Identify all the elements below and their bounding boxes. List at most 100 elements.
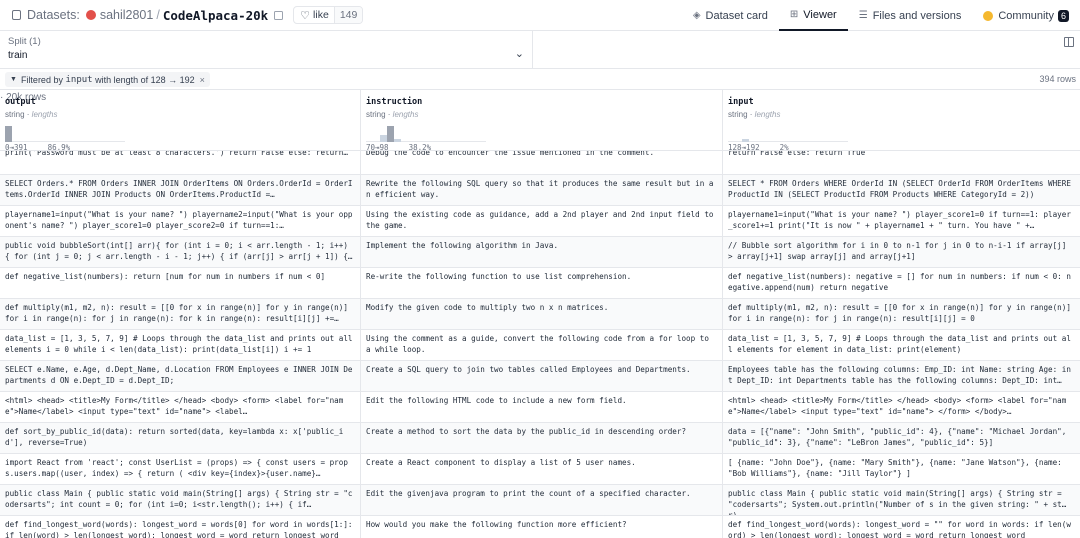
- table-cell-instruction[interactable]: Re-write the following function to use l…: [361, 268, 723, 298]
- tab-files-and-versions[interactable]: ☰ Files and versions: [848, 0, 973, 31]
- table-cell-input[interactable]: SELECT * FROM Orders WHERE OrderId IN (S…: [723, 175, 1080, 205]
- table-cell-input[interactable]: def find_longest_word(words): longest_wo…: [723, 516, 1080, 538]
- table-row[interactable]: <html> <head> <title>My Form</title> </h…: [0, 392, 1080, 423]
- copy-icon[interactable]: [274, 10, 284, 20]
- table-cell-output[interactable]: SELECT Orders.* FROM Orders INNER JOIN O…: [0, 175, 361, 205]
- histogram-bar[interactable]: [5, 126, 12, 142]
- table-row[interactable]: def multiply(m1, m2, n): result = [[0 fo…: [0, 299, 1080, 330]
- table-cell-output[interactable]: public void bubbleSort(int[] arr){ for (…: [0, 237, 361, 267]
- table-cell-instruction[interactable]: Rewrite the following SQL query so that …: [361, 175, 723, 205]
- community-icon: [983, 10, 994, 21]
- table-row[interactable]: def negative_list(numbers): return [num …: [0, 268, 1080, 299]
- histogram-bar[interactable]: [742, 139, 749, 142]
- tab-viewer[interactable]: ⊞ Viewer: [778, 0, 848, 31]
- histogram-bar[interactable]: [394, 139, 401, 142]
- top-bar: Datasets: sahil2801 / CodeAlpaca-20k ♡ l…: [0, 0, 1080, 31]
- table-cell-output[interactable]: public class Main { public static void m…: [0, 485, 361, 515]
- table-cell-output[interactable]: def negative_list(numbers): return [num …: [0, 268, 361, 298]
- table-row[interactable]: def sort_by_public_id(data): return sort…: [0, 423, 1080, 454]
- like-label: like: [313, 9, 329, 21]
- column-header-input[interactable]: input string · lengths 128⇥192 2%: [723, 90, 1080, 152]
- column-header-output[interactable]: output string · lengths 0⇥391 86.9%: [0, 90, 361, 152]
- table-row[interactable]: playername1=input("What is your name? ")…: [0, 206, 1080, 237]
- length-histogram[interactable]: [5, 124, 125, 142]
- tab-dataset-card[interactable]: ◈ Dataset card: [682, 0, 779, 31]
- filter-icon: ▼: [10, 76, 17, 83]
- table-cell-input[interactable]: return False else: return True: [723, 151, 1080, 174]
- community-badge: 6: [1057, 9, 1069, 22]
- close-icon[interactable]: ×: [200, 75, 205, 85]
- tab-label: Community: [998, 9, 1054, 22]
- side-panel-icon[interactable]: [1064, 37, 1074, 47]
- table-cell-instruction[interactable]: Create a React component to display a li…: [361, 454, 723, 484]
- files-icon: ☰: [858, 10, 868, 21]
- column-stat-label: lengths: [754, 110, 781, 119]
- table-cell-instruction[interactable]: Modify the given code to multiply two n …: [361, 299, 723, 329]
- table-cell-output[interactable]: <html> <head> <title>My Form</title> </h…: [0, 392, 361, 422]
- row-count: 394 rows: [1039, 74, 1076, 84]
- table-cell-output[interactable]: import React from 'react'; const UserLis…: [0, 454, 361, 484]
- table-cell-instruction[interactable]: Edit the following HTML code to include …: [361, 392, 723, 422]
- table-cell-instruction[interactable]: Debug the code to encounter the issue me…: [361, 151, 723, 174]
- tab-community[interactable]: Community 6: [972, 0, 1080, 31]
- table-cell-output[interactable]: def find_longest_word(words): longest_wo…: [0, 516, 361, 538]
- table-cell-input[interactable]: Employees table has the following column…: [723, 361, 1080, 391]
- table-cell-instruction[interactable]: Implement the following algorithm in Jav…: [361, 237, 723, 267]
- table-cell-instruction[interactable]: Create a method to sort the data by the …: [361, 423, 723, 453]
- table-cell-input[interactable]: data_list = [1, 3, 5, 7, 9] # Loops thro…: [723, 330, 1080, 360]
- column-header-instruction[interactable]: instruction string · lengths 70⇥98 38.2%: [361, 90, 723, 152]
- table-row[interactable]: public void bubbleSort(int[] arr){ for (…: [0, 237, 1080, 268]
- filter-row: ▼ Filtered by input with length of 128 →…: [0, 69, 1080, 90]
- table-row[interactable]: print('Password must be at least 8 chara…: [0, 151, 1080, 175]
- table-cell-input[interactable]: def multiply(m1, m2, n): result = [[0 fo…: [723, 299, 1080, 329]
- table-cell-input[interactable]: <html> <head> <title>My Form</title> </h…: [723, 392, 1080, 422]
- table-cell-output[interactable]: SELECT e.Name, e.Age, d.Dept_Name, d.Loc…: [0, 361, 361, 391]
- tab-label: Dataset card: [705, 9, 768, 22]
- table-row[interactable]: SELECT Orders.* FROM Orders INNER JOIN O…: [0, 175, 1080, 206]
- length-histogram[interactable]: [728, 124, 848, 142]
- table-icon: ⊞: [789, 9, 799, 20]
- filter-prefix: Filtered by: [20, 74, 63, 85]
- column-type-label: string: [366, 110, 386, 119]
- table-row[interactable]: import React from 'react'; const UserLis…: [0, 454, 1080, 485]
- table-cell-instruction[interactable]: Edit the givenjava program to print the …: [361, 485, 723, 515]
- table-row[interactable]: public class Main { public static void m…: [0, 485, 1080, 516]
- table-cell-input[interactable]: data = [{"name": "John Smith", "public_i…: [723, 423, 1080, 453]
- table-cell-instruction[interactable]: Using the comment as a guide, convert th…: [361, 330, 723, 360]
- column-type: string · lengths: [728, 110, 781, 119]
- table-row[interactable]: SELECT e.Name, e.Age, d.Dept_Name, d.Loc…: [0, 361, 1080, 392]
- table-cell-output[interactable]: print('Password must be at least 8 chara…: [0, 151, 361, 174]
- like-count: 149: [333, 7, 363, 23]
- column-type: string · lengths: [5, 110, 58, 119]
- table-cell-instruction[interactable]: How would you make the following functio…: [361, 516, 723, 538]
- column-name: input: [728, 97, 754, 107]
- repo-link[interactable]: CodeAlpaca-20k: [163, 8, 268, 23]
- split-selector[interactable]: Split (1) train · 20k rows ⌄: [0, 31, 533, 103]
- table-cell-input[interactable]: playername1=input("What is your name? ")…: [723, 206, 1080, 236]
- split-label: Split (1): [8, 36, 41, 47]
- table-cell-output[interactable]: def multiply(m1, m2, n): result = [[0 fo…: [0, 299, 361, 329]
- table-row[interactable]: data_list = [1, 3, 5, 7, 9] # Loops thro…: [0, 330, 1080, 361]
- table-cell-output[interactable]: playername1=input("What is your name? ")…: [0, 206, 361, 236]
- histogram-bar[interactable]: [387, 126, 394, 142]
- table-cell-input[interactable]: public class Main { public static void m…: [723, 485, 1080, 515]
- table-cell-output[interactable]: def sort_by_public_id(data): return sort…: [0, 423, 361, 453]
- filter-chip[interactable]: ▼ Filtered by input with length of 128 →…: [5, 72, 210, 87]
- table-cell-input[interactable]: def negative_list(numbers): negative = […: [723, 268, 1080, 298]
- histogram-bar[interactable]: [380, 135, 387, 142]
- dataset-card-icon: ◈: [692, 10, 701, 21]
- like-button[interactable]: ♡ like 149: [293, 6, 364, 24]
- owner-link[interactable]: sahil2801: [100, 8, 154, 22]
- table-cell-input[interactable]: [ {name: "John Doe"}, {name: "Mary Smith…: [723, 454, 1080, 484]
- split-row: Split (1) train · 20k rows ⌄: [0, 31, 1080, 103]
- filter-suffix: with length of 128 → 192: [95, 74, 195, 85]
- table-cell-output[interactable]: data_list = [1, 3, 5, 7, 9] # Loops thro…: [0, 330, 361, 360]
- table-row[interactable]: def find_longest_word(words): longest_wo…: [0, 516, 1080, 538]
- dataset-icon: [12, 10, 21, 20]
- column-name: instruction: [366, 97, 423, 107]
- table-cell-input[interactable]: // Bubble sort algorithm for i in 0 to n…: [723, 237, 1080, 267]
- heart-icon: ♡: [300, 9, 311, 22]
- table-cell-instruction[interactable]: Create a SQL query to join two tables ca…: [361, 361, 723, 391]
- table-cell-instruction[interactable]: Using the existing code as guidance, add…: [361, 206, 723, 236]
- length-histogram[interactable]: [366, 124, 486, 142]
